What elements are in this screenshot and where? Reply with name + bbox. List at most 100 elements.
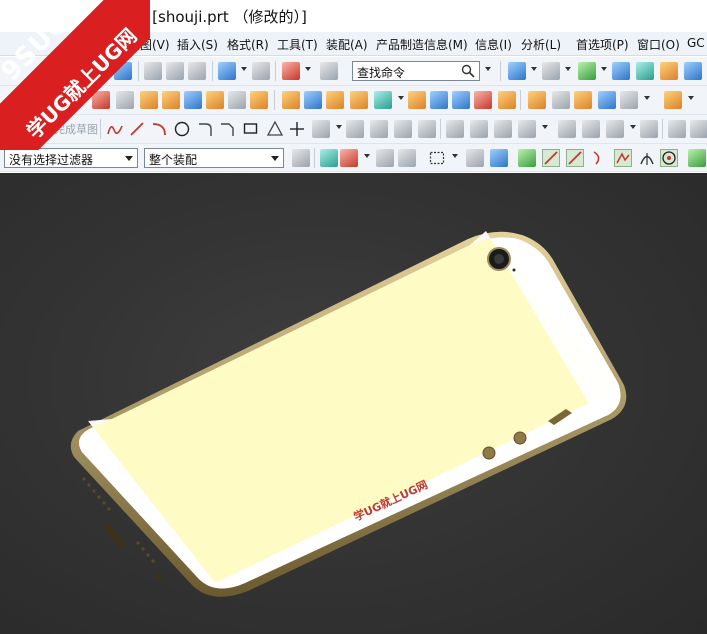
replace-face-icon[interactable] bbox=[552, 91, 570, 109]
pattern-curve-icon[interactable] bbox=[370, 120, 388, 138]
spline-icon[interactable] bbox=[312, 120, 330, 138]
cut-icon[interactable] bbox=[144, 62, 162, 80]
search-dropdown-icon[interactable] bbox=[485, 67, 491, 71]
edge-blend-icon[interactable] bbox=[408, 91, 426, 109]
menu-view[interactable]: 视图(V) bbox=[128, 36, 170, 53]
thicken-icon[interactable] bbox=[598, 91, 616, 109]
sphere-dropdown-icon[interactable] bbox=[601, 67, 607, 71]
circle-icon[interactable] bbox=[173, 120, 191, 138]
snap-tangent-icon[interactable] bbox=[590, 149, 608, 167]
alternate-solution-icon[interactable] bbox=[690, 120, 707, 138]
menu-format[interactable]: 格式(R) bbox=[227, 36, 269, 53]
mirror-icon[interactable] bbox=[350, 91, 368, 109]
command-search-input[interactable]: 查找命令 bbox=[352, 61, 480, 81]
boss-icon[interactable] bbox=[184, 91, 202, 109]
general-selection-icon[interactable] bbox=[292, 149, 310, 167]
command-finder-icon[interactable] bbox=[320, 62, 338, 80]
select-components-icon[interactable] bbox=[376, 149, 394, 167]
menu-gc[interactable]: GC bbox=[687, 36, 705, 50]
polygon-icon[interactable] bbox=[266, 120, 284, 138]
sphere-icon[interactable] bbox=[578, 62, 596, 80]
finish-sketch-icon[interactable] bbox=[34, 120, 50, 136]
phone-model[interactable]: 学UG就上UG网 bbox=[0, 173, 707, 634]
line-icon[interactable] bbox=[128, 120, 146, 138]
snap-point-dropdown-icon[interactable] bbox=[364, 154, 370, 158]
sew-icon[interactable] bbox=[620, 91, 638, 109]
undo-icon[interactable] bbox=[218, 62, 236, 80]
sketch-constraint-icon[interactable] bbox=[518, 120, 536, 138]
profile-icon[interactable] bbox=[106, 120, 124, 138]
point-icon[interactable] bbox=[288, 120, 306, 138]
select-sheet-icon[interactable] bbox=[490, 149, 508, 167]
chamfer-sketch-icon[interactable] bbox=[218, 120, 236, 138]
convert-reference-icon[interactable] bbox=[668, 120, 686, 138]
chamfer-icon[interactable] bbox=[430, 91, 448, 109]
menu-preferences[interactable]: 首选项(P) bbox=[576, 36, 629, 53]
revolve-icon[interactable] bbox=[140, 91, 158, 109]
selection-scope-select[interactable]: 整个装配 bbox=[144, 148, 284, 168]
arc-icon[interactable] bbox=[150, 120, 168, 138]
curve-command-icon[interactable] bbox=[282, 62, 300, 80]
subtract-icon[interactable] bbox=[304, 91, 322, 109]
copy-icon[interactable] bbox=[166, 62, 184, 80]
select-solid-icon[interactable] bbox=[466, 149, 484, 167]
fillet-icon[interactable] bbox=[196, 120, 214, 138]
show-constraints-dropdown-icon[interactable] bbox=[630, 125, 636, 129]
trim-body-icon[interactable] bbox=[474, 91, 492, 109]
make-corner-icon[interactable] bbox=[494, 120, 512, 138]
draft-icon[interactable] bbox=[452, 91, 470, 109]
snap-control-point-icon[interactable] bbox=[614, 149, 632, 167]
shaded-icon[interactable] bbox=[542, 62, 560, 80]
slot-icon[interactable] bbox=[228, 91, 246, 109]
move-face-icon[interactable] bbox=[574, 91, 592, 109]
text-icon[interactable]: A bbox=[68, 91, 86, 110]
snap-arc-center-icon[interactable] bbox=[660, 149, 678, 167]
pocket-icon[interactable] bbox=[206, 91, 224, 109]
snap-intersection-icon[interactable] bbox=[638, 149, 656, 167]
selection-filter-select[interactable]: 没有选择过滤器 bbox=[4, 148, 138, 168]
extrude-icon[interactable] bbox=[116, 91, 134, 109]
open-folder-icon[interactable] bbox=[90, 62, 108, 80]
show-constraints-icon[interactable] bbox=[606, 120, 624, 138]
undo-dropdown-icon[interactable] bbox=[241, 67, 247, 71]
menu-tools[interactable]: 工具(T) bbox=[277, 36, 318, 53]
constraint-dropdown-icon[interactable] bbox=[542, 125, 548, 129]
auto-dimension-icon[interactable] bbox=[640, 120, 658, 138]
sketch-icon[interactable] bbox=[44, 91, 62, 109]
snap-endpoint-icon[interactable] bbox=[518, 149, 536, 167]
quick-trim-icon[interactable] bbox=[446, 120, 464, 138]
unite-icon[interactable] bbox=[282, 91, 300, 109]
menu-analysis[interactable]: 分析(L) bbox=[521, 36, 561, 53]
groove-icon[interactable] bbox=[250, 91, 268, 109]
paste-icon[interactable] bbox=[188, 62, 206, 80]
render-style-icon[interactable] bbox=[508, 62, 526, 80]
top-view-icon[interactable] bbox=[684, 62, 702, 80]
snap-quadrant-icon[interactable] bbox=[688, 149, 706, 167]
search-icon[interactable] bbox=[461, 64, 475, 78]
intersection-point-icon[interactable] bbox=[418, 120, 436, 138]
select-features-icon[interactable] bbox=[320, 149, 338, 167]
menu-insert[interactable]: 插入(S) bbox=[177, 36, 218, 53]
snap-midpoint-icon[interactable] bbox=[542, 149, 560, 167]
rectangle-select-dropdown-icon[interactable] bbox=[452, 154, 458, 158]
menu-info[interactable]: 信息(I) bbox=[475, 36, 512, 53]
rapid-dimension-icon[interactable] bbox=[558, 120, 576, 138]
offset-face-icon[interactable] bbox=[528, 91, 546, 109]
rectangle-select-icon[interactable] bbox=[428, 149, 446, 167]
rectangle-icon[interactable] bbox=[242, 120, 260, 138]
menu-pmi[interactable]: 产品制造信息(M) bbox=[376, 36, 468, 53]
iso-view-icon[interactable] bbox=[612, 62, 630, 80]
front-view-icon[interactable] bbox=[660, 62, 678, 80]
mirror-curve-icon[interactable] bbox=[394, 120, 412, 138]
offset-curve-icon[interactable] bbox=[346, 120, 364, 138]
save-icon[interactable] bbox=[114, 62, 132, 80]
measure-icon[interactable] bbox=[664, 91, 682, 109]
pattern-icon[interactable] bbox=[326, 91, 344, 109]
select-bodies-icon[interactable] bbox=[398, 149, 416, 167]
redo-icon[interactable] bbox=[252, 62, 270, 80]
split-body-icon[interactable] bbox=[498, 91, 516, 109]
render-style-dropdown-icon[interactable] bbox=[531, 67, 537, 71]
datum-csys-icon[interactable] bbox=[92, 91, 110, 109]
wireframe-view-icon[interactable] bbox=[636, 62, 654, 80]
measure-dropdown-icon[interactable] bbox=[688, 96, 694, 100]
